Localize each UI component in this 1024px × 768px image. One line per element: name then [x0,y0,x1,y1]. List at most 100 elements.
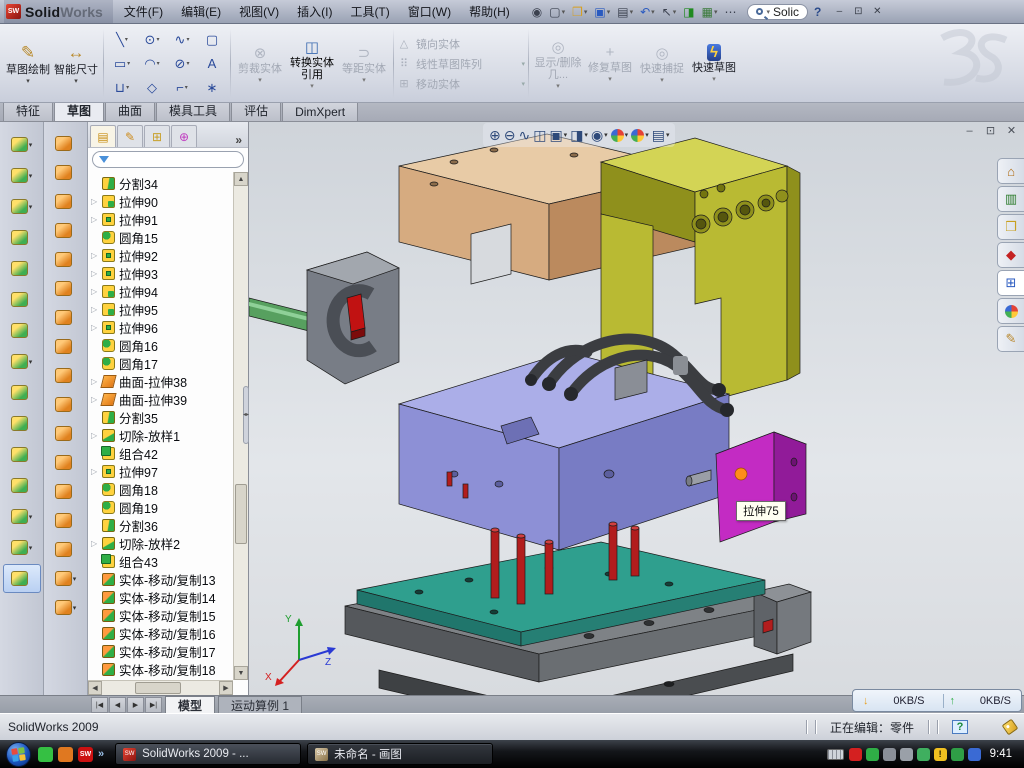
graphics-viewport[interactable]: ⊕⊖∿◫▣◨◉●●▤ –⊡✕ ⌂▥❒◆⊞●✎ 拉伸75 Y Z X [249,122,1024,695]
addins-icon[interactable]: ⋯ [721,4,739,20]
chevron-down-icon[interactable]: ▾ [362,76,366,84]
network-tool-icon[interactable] [917,748,930,761]
expand-arrow-icon[interactable]: ▷ [91,467,100,476]
swept-surface-icon[interactable]: ▾ [47,188,85,215]
move-entities-button[interactable]: ⊞ 移动实体 ▾ [397,76,525,92]
repair-sketch-button[interactable]: + 修复草图 ▾ [584,27,636,100]
open-file-icon[interactable]: ❒ [569,4,590,20]
tree-item[interactable]: ▷ 曲面-拉伸38 [88,372,233,390]
view-palette-tab[interactable]: ⊞ [997,270,1024,296]
scroll-left-icon[interactable]: ◀ [88,681,102,695]
tree-item[interactable]: ▷ 曲面-拉伸39 [88,390,233,408]
shell-icon[interactable]: ▾ [3,285,41,314]
move-copy-body-icon[interactable]: ▾ [3,471,41,500]
arc-icon[interactable]: ◠ [137,52,167,76]
lofted-boss-icon[interactable]: ▾ [3,254,41,283]
view-settings-icon[interactable]: ▤ [652,127,670,144]
expand-arrow-icon[interactable]: ▷ [91,251,100,260]
volume-icon[interactable] [900,748,913,761]
tab-next-button[interactable]: ▶ [127,697,144,713]
extruded-cut-icon[interactable]: ▾ [3,161,41,190]
featuremanager-tab[interactable]: ▤ [90,125,116,147]
sync-icon[interactable] [968,748,981,761]
chevron-down-icon[interactable]: ▾ [521,60,525,68]
scroll-right-icon[interactable]: ▶ [219,681,233,695]
revolved-surface-icon[interactable]: ▾ [47,159,85,186]
polygon-icon[interactable]: ◇ [137,76,167,100]
antivirus-icon[interactable] [849,748,862,761]
search-dropdown-icon[interactable]: ▾ [766,8,770,16]
print-icon[interactable]: ▤ [614,4,636,20]
tree-item[interactable]: ▷ 圆角19 [88,498,233,516]
expand-arrow-icon[interactable]: ▷ [91,323,100,332]
undo-icon[interactable]: ↶ [637,4,658,20]
quick-launch-overflow-icon[interactable]: » [98,748,104,760]
spline-icon[interactable]: ▾ [47,594,85,621]
reference-point-icon[interactable]: ▾ [47,565,85,592]
knit-surface-icon[interactable]: ▾ [47,507,85,534]
menu-item[interactable]: 工具(T) [341,0,398,23]
tree-item[interactable]: ▷ 拉伸92 [88,246,233,264]
start-button[interactable] [6,742,31,767]
model-magenta-block[interactable] [716,432,806,542]
expand-arrow-icon[interactable]: ▷ [91,305,100,314]
configurationmanager-tab[interactable]: ⊞ [144,125,170,147]
tree-horizontal-scrollbar[interactable]: ◀ ▶ [88,680,233,695]
extruded-surface-icon[interactable]: ▾ [47,130,85,157]
tree-item[interactable]: ▷ 拉伸90 [88,192,233,210]
filled-surface-icon[interactable]: ▾ [47,275,85,302]
offset-surface-icon[interactable]: ▾ [47,333,85,360]
convert-entities-button[interactable]: ◫ 转换实体引用 ▾ [286,27,338,100]
selection-box-icon[interactable]: ▢ [197,28,227,52]
design-library-tab[interactable]: ▥ [997,186,1024,212]
hole-wizard-icon[interactable]: ▾ [3,316,41,345]
scrollbar-thumb[interactable] [135,682,181,694]
combine-icon[interactable]: ▾ [3,440,41,469]
safety-shield-icon[interactable] [866,748,879,761]
task-solidworks[interactable]: SW SolidWorks 2009 - ... [115,743,301,765]
rib-icon[interactable]: ▾ [3,378,41,407]
menu-item[interactable]: 视图(V) [230,0,288,23]
expand-arrow-icon[interactable]: ▷ [91,287,100,296]
app-minimize-button[interactable]: – [831,5,847,19]
expand-arrow-icon[interactable]: ▷ [91,377,100,386]
offset-entities-button[interactable]: ⊃ 等距实体 ▾ [338,27,390,100]
display-style-icon[interactable]: ◨ [570,127,588,144]
trim-surface-icon[interactable]: ▾ [47,478,85,505]
tree-item[interactable]: ▷ 拉伸91 [88,210,233,228]
swept-boss-icon[interactable]: ▾ [3,223,41,252]
tree-item[interactable]: ▷ 分割34 [88,174,233,192]
mirror-entities-button[interactable]: △ 镜向实体 ▾ [397,36,525,52]
tree-item[interactable]: ▷ 组合42 [88,444,233,462]
menu-item[interactable]: 帮助(H) [460,0,519,23]
edit-appearance-icon[interactable]: ● [611,129,629,142]
trim-entities-button[interactable]: ⊗ 剪裁实体 ▾ [234,27,286,100]
tree-item[interactable]: ▷ 拉伸94 [88,282,233,300]
tree-item[interactable]: ▷ 圆角18 [88,480,233,498]
tree-item[interactable]: ▷ 实体-移动/复制13 [88,570,233,588]
tab-first-button[interactable]: |◀ [91,697,108,713]
help-button[interactable]: ? [814,5,821,19]
custom-properties-tab[interactable]: ✎ [997,326,1024,352]
circle-icon[interactable]: ⊙ [137,28,167,52]
point-icon[interactable]: ∗ [197,76,227,100]
quick-snaps-button[interactable]: ◎ 快速捕捉 ▾ [636,27,688,100]
solidworks-resources-tab[interactable]: ◆ [997,242,1024,268]
line-icon[interactable]: ╲ [107,28,137,52]
tree-filter-input[interactable] [92,151,244,168]
menu-item[interactable]: 文件(F) [115,0,172,23]
manager-overflow-button[interactable]: » [229,133,248,147]
menu-item[interactable]: 编辑(E) [172,0,230,23]
task-paint[interactable]: SW 未命名 - 画图 [307,743,493,765]
chevron-down-icon[interactable]: ▾ [74,77,78,85]
split-icon[interactable]: ▾ [3,409,41,438]
spline-icon[interactable]: ∿ [167,28,197,52]
rectangle-icon[interactable]: ▭ [107,52,137,76]
tag-icon[interactable] [1002,719,1019,736]
chevron-down-icon[interactable]: ▾ [521,80,525,88]
tree-item[interactable]: ▷ 切除-放样1 [88,426,233,444]
propertymanager-tab[interactable]: ✎ [117,125,143,147]
sketch-fillet-icon[interactable]: ⌐ [167,76,197,100]
expand-arrow-icon[interactable]: ▷ [91,215,100,224]
warning-icon[interactable]: ! [934,748,947,761]
